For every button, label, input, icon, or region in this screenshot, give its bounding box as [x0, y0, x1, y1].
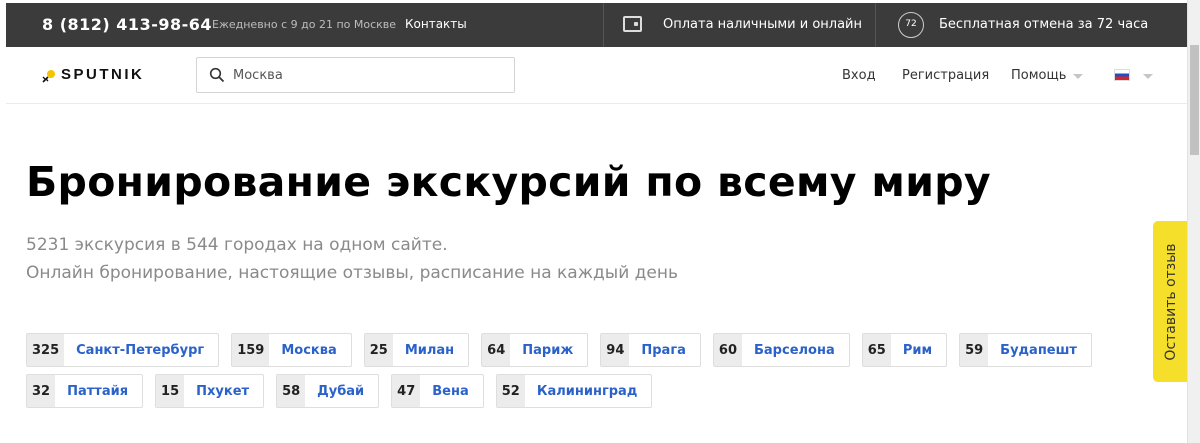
city-excursion-count: 58 — [277, 375, 306, 407]
city-excursion-count: 60 — [713, 334, 742, 366]
page-title: Бронирование экскурсий по всему миру — [26, 158, 991, 206]
city-name: Милан — [404, 342, 455, 358]
city-link[interactable]: 325 Санкт-Петербург — [26, 333, 220, 367]
register-link[interactable]: Регистрация — [902, 68, 989, 83]
city-excursion-count: 15 — [156, 375, 185, 407]
city-link[interactable]: 58 Дубай — [276, 374, 380, 408]
city-excursion-count: 94 — [601, 334, 630, 366]
payment-label: Оплата наличными и онлайн — [663, 17, 862, 32]
contacts-link[interactable]: Контакты — [405, 17, 467, 31]
city-name: Санкт-Петербург — [76, 342, 205, 358]
site-header: SPUTNIK Вход Регистрация Помощь — [6, 47, 1187, 104]
city-excursion-count: 159 — [232, 334, 270, 366]
hero-subtitle-line2: Онлайн бронирование, настоящие отзывы, р… — [26, 263, 679, 283]
search-box[interactable] — [196, 57, 515, 93]
city-excursion-count: 25 — [364, 334, 393, 366]
russian-flag-icon[interactable] — [1114, 69, 1130, 81]
city-excursion-count: 32 — [27, 375, 56, 407]
city-name: Москва — [281, 342, 337, 358]
free-cancellation-info[interactable]: 72 Бесплатная отмена за 72 часа — [875, 3, 1187, 47]
city-row-2: 32 Паттайя 15 Пхукет 58 Дубай 47 Вена 52 Кали… — [26, 374, 1136, 408]
city-link[interactable]: 94 Прага — [600, 333, 701, 367]
city-excursion-count: 65 — [862, 334, 891, 366]
chevron-down-icon[interactable] — [1073, 74, 1083, 79]
feedback-tab[interactable]: Оставить отзыв — [1153, 221, 1189, 382]
city-excursion-count: 64 — [482, 334, 511, 366]
hero-subtitle-line1: 5231 экскурсия в 544 городах на одном са… — [26, 235, 448, 255]
wallet-icon — [623, 16, 642, 32]
sputnik-satellite-icon — [42, 69, 55, 83]
cancellation-label: Бесплатная отмена за 72 часа — [939, 17, 1149, 32]
city-name: Прага — [641, 342, 686, 358]
city-link[interactable]: 15 Пхукет — [155, 374, 265, 408]
city-name: Паттайя — [67, 383, 129, 399]
hours-72-icon: 72 — [898, 12, 924, 38]
city-link[interactable]: 32 Паттайя — [26, 374, 144, 408]
payment-info[interactable]: Оплата наличными и онлайн — [603, 3, 875, 47]
working-hours: Ежедневно с 9 до 21 по Москве — [212, 18, 397, 31]
city-excursion-count: 59 — [960, 334, 989, 366]
city-name: Будапешт — [1000, 342, 1077, 358]
scrollbar-thumb[interactable] — [1190, 45, 1199, 155]
city-excursion-count: 325 — [27, 334, 65, 366]
top-info-bar: 8 (812) 413-98-64 Ежедневно с 9 до 21 по… — [6, 3, 1187, 47]
city-link[interactable]: 65 Рим — [861, 333, 948, 367]
chevron-down-icon[interactable] — [1143, 74, 1153, 79]
city-name: Калининград — [536, 383, 638, 399]
city-link[interactable]: 25 Милан — [363, 333, 470, 367]
city-excursion-count: 52 — [496, 375, 525, 407]
city-name: Пхукет — [196, 383, 250, 399]
phone-number[interactable]: 8 (812) 413-98-64 — [42, 15, 212, 34]
city-link[interactable]: 64 Париж — [481, 333, 589, 367]
city-list: 325 Санкт-Петербург 159 Москва 25 Милан 64 П… — [26, 333, 1136, 415]
city-name: Вена — [432, 383, 469, 399]
city-name: Париж — [522, 342, 574, 358]
help-menu[interactable]: Помощь — [1011, 68, 1066, 83]
logo-text: SPUTNIK — [61, 66, 145, 83]
city-name: Рим — [902, 342, 933, 358]
search-input[interactable] — [233, 58, 503, 92]
city-link[interactable]: 60 Барселона — [712, 333, 850, 367]
city-excursion-count: 47 — [392, 375, 421, 407]
sputnik-logo[interactable]: SPUTNIK — [42, 66, 144, 83]
city-name: Барселона — [754, 342, 835, 358]
city-row-1: 325 Санкт-Петербург 159 Москва 25 Милан 64 П… — [26, 333, 1136, 367]
city-link[interactable]: 52 Калининград — [495, 374, 653, 408]
login-link[interactable]: Вход — [842, 68, 876, 83]
feedback-label: Оставить отзыв — [1163, 242, 1179, 361]
search-icon — [209, 67, 225, 83]
page-scrollbar[interactable] — [1187, 0, 1200, 443]
city-link[interactable]: 59 Будапешт — [959, 333, 1092, 367]
city-link[interactable]: 47 Вена — [391, 374, 484, 408]
city-link[interactable]: 159 Москва — [231, 333, 352, 367]
city-name: Дубай — [317, 383, 365, 399]
